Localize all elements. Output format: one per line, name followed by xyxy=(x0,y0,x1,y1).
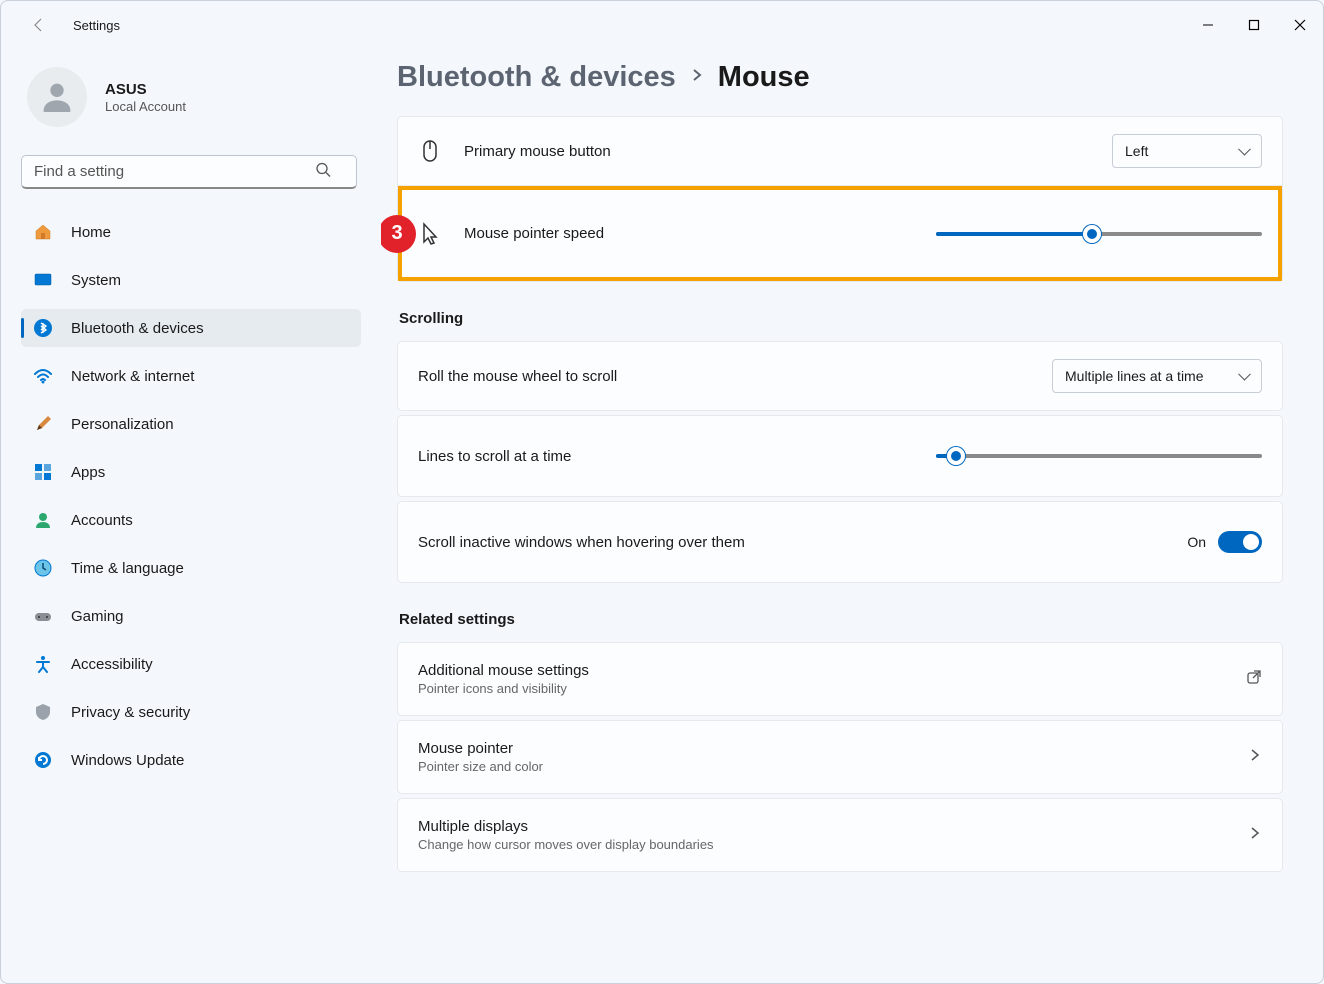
gamepad-icon xyxy=(33,606,53,626)
cursor-icon xyxy=(418,222,442,246)
nav-label: Personalization xyxy=(71,416,174,433)
nav-gaming[interactable]: Gaming xyxy=(21,597,361,635)
mouse-icon xyxy=(418,139,442,163)
titlebar: Settings xyxy=(1,1,1323,49)
annotation-badge: 3 xyxy=(381,215,416,253)
lines-scroll-card: Lines to scroll at a time xyxy=(397,415,1283,497)
profile-block[interactable]: ASUS Local Account xyxy=(21,67,361,127)
nav-label: Accessibility xyxy=(71,656,153,673)
nav-label: Home xyxy=(71,224,111,241)
mouse-pointer-subtitle: Pointer size and color xyxy=(418,759,1248,774)
chevron-right-icon xyxy=(1248,826,1262,845)
primary-button-dropdown[interactable]: Left xyxy=(1112,134,1262,168)
search-box xyxy=(21,155,361,189)
wheel-scroll-dropdown[interactable]: Multiple lines at a time xyxy=(1052,359,1262,393)
content-area: Bluetooth & devices Mouse Primary mouse … xyxy=(381,49,1323,983)
wheel-scroll-label: Roll the mouse wheel to scroll xyxy=(418,368,617,385)
mouse-pointer-card[interactable]: Mouse pointer Pointer size and color xyxy=(397,720,1283,794)
window-title: Settings xyxy=(73,18,120,33)
scroll-inactive-label: Scroll inactive windows when hovering ov… xyxy=(418,534,745,551)
update-icon xyxy=(33,750,53,770)
system-icon xyxy=(33,270,53,290)
lines-scroll-slider[interactable] xyxy=(936,446,1262,466)
nav-label: Bluetooth & devices xyxy=(71,320,204,337)
clock-icon xyxy=(33,558,53,578)
nav-label: Network & internet xyxy=(71,368,194,385)
external-link-icon xyxy=(1246,669,1262,690)
additional-title: Additional mouse settings xyxy=(418,662,1246,679)
mouse-pointer-title: Mouse pointer xyxy=(418,740,1248,757)
nav-label: Privacy & security xyxy=(71,704,190,721)
additional-subtitle: Pointer icons and visibility xyxy=(418,681,1246,696)
nav-label: Accounts xyxy=(71,512,133,529)
additional-settings-card[interactable]: Additional mouse settings Pointer icons … xyxy=(397,642,1283,716)
multiple-displays-subtitle: Change how cursor moves over display bou… xyxy=(418,837,1248,852)
scroll-inactive-card: Scroll inactive windows when hovering ov… xyxy=(397,501,1283,583)
section-related: Related settings xyxy=(399,611,1283,628)
wifi-icon xyxy=(33,366,53,386)
nav-list: Home System Bluetooth & devices Network … xyxy=(21,213,361,789)
nav-accounts[interactable]: Accounts xyxy=(21,501,361,539)
avatar xyxy=(27,67,87,127)
chevron-right-icon xyxy=(1248,748,1262,767)
nav-label: System xyxy=(71,272,121,289)
toggle-state-label: On xyxy=(1187,534,1206,550)
breadcrumb-current: Mouse xyxy=(718,61,810,94)
nav-system[interactable]: System xyxy=(21,261,361,299)
nav-label: Windows Update xyxy=(71,752,184,769)
wheel-scroll-value: Multiple lines at a time xyxy=(1065,368,1204,384)
nav-accessibility[interactable]: Accessibility xyxy=(21,645,361,683)
lines-scroll-row: Lines to scroll at a time xyxy=(398,416,1282,496)
section-scrolling: Scrolling xyxy=(399,310,1283,327)
lines-scroll-label: Lines to scroll at a time xyxy=(418,448,571,465)
wheel-scroll-card: Roll the mouse wheel to scroll Multiple … xyxy=(397,341,1283,411)
pointer-speed-row: 3 Mouse pointer speed xyxy=(398,185,1282,281)
wheel-scroll-row: Roll the mouse wheel to scroll Multiple … xyxy=(398,342,1282,410)
accessibility-icon xyxy=(33,654,53,674)
nav-label: Apps xyxy=(71,464,105,481)
nav-time-language[interactable]: Time & language xyxy=(21,549,361,587)
search-icon xyxy=(315,162,331,183)
nav-label: Time & language xyxy=(71,560,184,577)
breadcrumb-parent[interactable]: Bluetooth & devices xyxy=(397,61,676,94)
brush-icon xyxy=(33,414,53,434)
search-input[interactable] xyxy=(21,155,357,189)
nav-apps[interactable]: Apps xyxy=(21,453,361,491)
additional-settings-row[interactable]: Additional mouse settings Pointer icons … xyxy=(398,643,1282,715)
pointer-speed-label: Mouse pointer speed xyxy=(464,225,604,242)
window-controls xyxy=(1185,9,1323,41)
chevron-right-icon xyxy=(690,68,704,87)
nav-privacy[interactable]: Privacy & security xyxy=(21,693,361,731)
nav-network[interactable]: Network & internet xyxy=(21,357,361,395)
primary-button-row: Primary mouse button Left xyxy=(398,117,1282,185)
profile-name: ASUS xyxy=(105,81,186,98)
profile-subtitle: Local Account xyxy=(105,99,186,114)
multiple-displays-card[interactable]: Multiple displays Change how cursor move… xyxy=(397,798,1283,872)
nav-home[interactable]: Home xyxy=(21,213,361,251)
multiple-displays-row[interactable]: Multiple displays Change how cursor move… xyxy=(398,799,1282,871)
nav-windows-update[interactable]: Windows Update xyxy=(21,741,361,779)
scroll-inactive-toggle[interactable] xyxy=(1218,531,1262,553)
back-button[interactable] xyxy=(23,9,55,41)
mouse-settings-card: Primary mouse button Left 3 Mouse pointe… xyxy=(397,116,1283,282)
multiple-displays-title: Multiple displays xyxy=(418,818,1248,835)
home-icon xyxy=(33,222,53,242)
maximize-button[interactable] xyxy=(1231,9,1277,41)
person-icon xyxy=(33,510,53,530)
sidebar: ASUS Local Account Home System Bluetooth… xyxy=(1,49,381,983)
primary-button-label: Primary mouse button xyxy=(464,143,611,160)
mouse-pointer-row[interactable]: Mouse pointer Pointer size and color xyxy=(398,721,1282,793)
nav-personalization[interactable]: Personalization xyxy=(21,405,361,443)
bluetooth-icon xyxy=(33,318,53,338)
scroll-inactive-row: Scroll inactive windows when hovering ov… xyxy=(398,502,1282,582)
close-button[interactable] xyxy=(1277,9,1323,41)
nav-label: Gaming xyxy=(71,608,124,625)
nav-bluetooth-devices[interactable]: Bluetooth & devices xyxy=(21,309,361,347)
pointer-speed-slider[interactable] xyxy=(936,224,1262,244)
shield-icon xyxy=(33,702,53,722)
breadcrumb: Bluetooth & devices Mouse xyxy=(397,61,1283,94)
minimize-button[interactable] xyxy=(1185,9,1231,41)
apps-icon xyxy=(33,462,53,482)
primary-button-value: Left xyxy=(1125,143,1148,159)
